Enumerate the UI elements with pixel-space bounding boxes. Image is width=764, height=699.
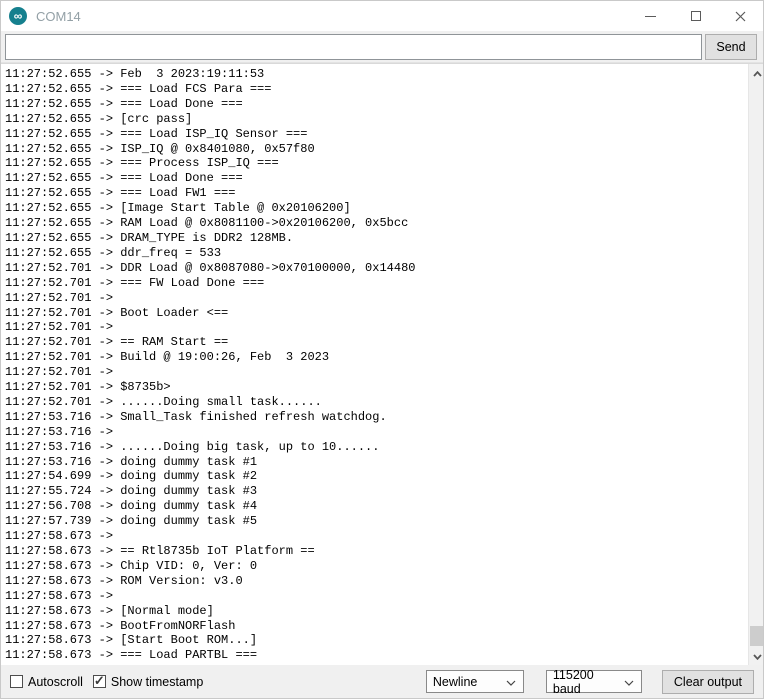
- window-controls: [628, 1, 763, 31]
- console-line: 11:27:53.716 ->: [5, 425, 748, 440]
- maximize-button[interactable]: [673, 1, 718, 31]
- scrollbar-thumb[interactable]: [750, 626, 764, 646]
- line-ending-value: Newline: [433, 675, 477, 689]
- console-line: 11:27:52.701 -> $8735b>: [5, 380, 748, 395]
- scroll-down-button[interactable]: [749, 648, 764, 665]
- console-line: 11:27:52.655 -> === Load FCS Para ===: [5, 82, 748, 97]
- console-line: 11:27:52.701 -> ......Doing small task..…: [5, 395, 748, 410]
- chevron-down-icon: [506, 680, 516, 686]
- bottom-toolbar: Autoscroll Show timestamp Newline 115200…: [1, 665, 763, 698]
- console-line: 11:27:58.673 -> [Normal mode]: [5, 604, 748, 619]
- console-line: 11:27:58.673 -> === Load PARTBL ===: [5, 648, 748, 663]
- chevron-up-icon: [753, 71, 762, 77]
- autoscroll-label: Autoscroll: [28, 675, 83, 689]
- line-ending-dropdown[interactable]: Newline: [426, 670, 524, 693]
- console-line: 11:27:52.655 -> === Load FW1 ===: [5, 186, 748, 201]
- console-line: 11:27:52.655 -> ddr_freq = 533: [5, 246, 748, 261]
- console-line: 11:27:58.673 ->: [5, 529, 748, 544]
- console-line: 11:27:52.655 -> RAM Load @ 0x8081100->0x…: [5, 216, 748, 231]
- console-line: 11:27:52.701 -> DDR Load @ 0x8087080->0x…: [5, 261, 748, 276]
- window-title: COM14: [36, 9, 81, 24]
- scroll-up-button[interactable]: [749, 65, 764, 82]
- serial-monitor-window: ∞ COM14 Send 11:27:52.655 -> Feb 3 2023:…: [0, 0, 764, 699]
- console-line: 11:27:52.655 -> Feb 3 2023:19:11:53: [5, 67, 748, 82]
- minimize-button[interactable]: [628, 1, 673, 31]
- console-output: 11:27:52.655 -> Feb 3 2023:19:11:5311:27…: [1, 63, 764, 667]
- clear-output-button[interactable]: Clear output: [662, 670, 754, 694]
- titlebar: ∞ COM14: [1, 1, 763, 31]
- console-line: 11:27:52.701 ->: [5, 320, 748, 335]
- baud-rate-value: 115200 baud: [553, 668, 619, 696]
- console-line: 11:27:53.716 -> doing dummy task #1: [5, 455, 748, 470]
- console-line: 11:27:53.716 -> Small_Task finished refr…: [5, 410, 748, 425]
- console-line: 11:27:58.673 -> BootFromNORFlash: [5, 619, 748, 634]
- console-line: 11:27:52.701 -> === FW Load Done ===: [5, 276, 748, 291]
- console-line: 11:27:52.655 -> === Load Done ===: [5, 171, 748, 186]
- close-button[interactable]: [718, 1, 763, 31]
- autoscroll-control[interactable]: Autoscroll: [10, 675, 83, 689]
- minimize-icon: [645, 16, 656, 17]
- console-line: 11:27:58.673 -> [Start Boot ROM...]: [5, 633, 748, 648]
- serial-input[interactable]: [5, 34, 702, 60]
- baud-rate-dropdown[interactable]: 115200 baud: [546, 670, 642, 693]
- console-line: 11:27:57.739 -> doing dummy task #5: [5, 514, 748, 529]
- show-timestamp-control[interactable]: Show timestamp: [93, 675, 203, 689]
- send-row: Send: [1, 31, 763, 63]
- maximize-icon: [691, 11, 701, 21]
- console-line: 11:27:54.699 -> doing dummy task #2: [5, 469, 748, 484]
- console-line: 11:27:52.701 -> Build @ 19:00:26, Feb 3 …: [5, 350, 748, 365]
- show-timestamp-checkbox[interactable]: [93, 675, 106, 688]
- console-line: 11:27:52.655 -> [Image Start Table @ 0x2…: [5, 201, 748, 216]
- console-line: 11:27:52.701 -> Boot Loader <==: [5, 306, 748, 321]
- console-line: 11:27:58.673 -> Chip VID: 0, Ver: 0: [5, 559, 748, 574]
- close-icon: [735, 11, 746, 22]
- autoscroll-checkbox[interactable]: [10, 675, 23, 688]
- console-line: 11:27:52.655 -> [crc pass]: [5, 112, 748, 127]
- console-line: 11:27:58.673 -> ROM Version: v3.0: [5, 574, 748, 589]
- console-line: 11:27:53.716 -> ......Doing big task, up…: [5, 440, 748, 455]
- console-line: 11:27:52.655 -> DRAM_TYPE is DDR2 128MB.: [5, 231, 748, 246]
- show-timestamp-label: Show timestamp: [111, 675, 203, 689]
- console-log[interactable]: 11:27:52.655 -> Feb 3 2023:19:11:5311:27…: [1, 64, 748, 666]
- console-line: 11:27:52.701 -> == RAM Start ==: [5, 335, 748, 350]
- console-line: 11:27:52.701 ->: [5, 365, 748, 380]
- console-line: 11:27:55.724 -> doing dummy task #3: [5, 484, 748, 499]
- console-line: 11:27:56.708 -> doing dummy task #4: [5, 499, 748, 514]
- arduino-icon: ∞: [9, 7, 27, 25]
- send-button[interactable]: Send: [705, 34, 757, 60]
- chevron-down-icon: [753, 654, 762, 660]
- console-line: 11:27:52.655 -> === Load ISP_IQ Sensor =…: [5, 127, 748, 142]
- console-line: 11:27:52.655 -> === Load Done ===: [5, 97, 748, 112]
- console-line: 11:27:58.673 -> == Rtl8735b IoT Platform…: [5, 544, 748, 559]
- console-line: 11:27:52.655 -> === Process ISP_IQ ===: [5, 156, 748, 171]
- chevron-down-icon: [624, 680, 634, 686]
- console-line: 11:27:52.701 ->: [5, 291, 748, 306]
- console-scrollbar[interactable]: [748, 64, 764, 666]
- console-line: 11:27:52.655 -> ISP_IQ @ 0x8401080, 0x57…: [5, 142, 748, 157]
- bottom-right-controls: Newline 115200 baud Clear output: [426, 670, 754, 694]
- console-line: 11:27:58.673 ->: [5, 589, 748, 604]
